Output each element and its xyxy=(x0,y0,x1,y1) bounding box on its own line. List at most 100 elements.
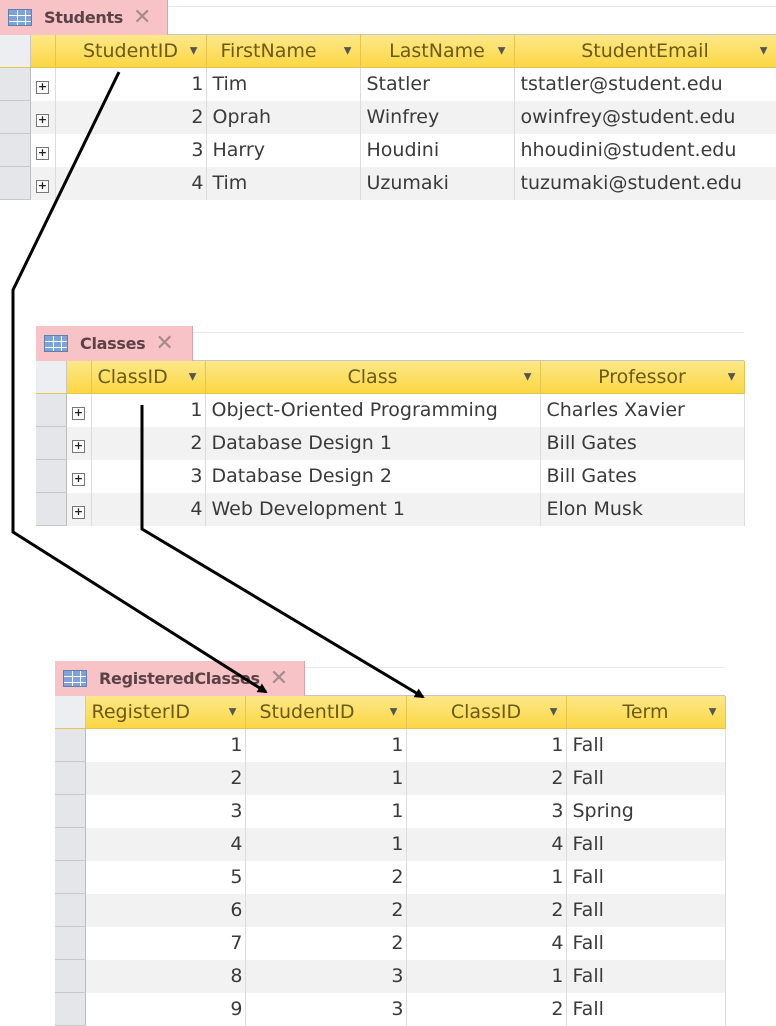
cell-registerid[interactable]: 8 xyxy=(85,959,246,993)
table-row[interactable]: + 4 Tim Uzumaki tuzumaki@student.edu xyxy=(0,166,776,200)
cell-term[interactable]: Fall xyxy=(566,926,726,960)
cell-professor[interactable]: Bill Gates xyxy=(540,459,745,493)
cell-studentemail[interactable]: tstatler@student.edu xyxy=(514,67,776,101)
dropdown-arrow-icon[interactable]: ▼ xyxy=(344,46,352,57)
row-selector[interactable] xyxy=(55,728,86,762)
row-selector[interactable] xyxy=(0,166,31,200)
cell-class[interactable]: Database Design 2 xyxy=(205,459,541,493)
cell-studentid[interactable]: 1 xyxy=(245,761,407,795)
cell-studentid[interactable]: 1 xyxy=(245,728,407,762)
cell-studentid[interactable]: 3 xyxy=(245,959,407,993)
dropdown-arrow-icon[interactable]: ▼ xyxy=(189,372,197,383)
cell-classid[interactable]: 1 xyxy=(406,728,567,762)
dropdown-arrow-icon[interactable]: ▼ xyxy=(728,372,736,383)
cell-term[interactable]: Fall xyxy=(566,959,726,993)
expand-plus-icon[interactable]: + xyxy=(36,147,49,160)
dropdown-arrow-icon[interactable]: ▼ xyxy=(190,46,198,57)
cell-classid[interactable]: 4 xyxy=(406,827,567,861)
tab-classes[interactable]: Classes ✕ xyxy=(36,326,193,361)
cell-registerid[interactable]: 6 xyxy=(85,893,246,927)
table-row[interactable]: 9 3 2 Fall xyxy=(55,992,726,1026)
cell-studentid[interactable]: 2 xyxy=(245,893,407,927)
cell-classid[interactable]: 2 xyxy=(406,992,567,1026)
cell-registerid[interactable]: 5 xyxy=(85,860,246,894)
cell-professor[interactable]: Charles Xavier xyxy=(540,393,745,427)
cell-firstname[interactable]: Harry xyxy=(206,133,361,167)
cell-registerid[interactable]: 9 xyxy=(85,992,246,1026)
table-row[interactable]: + 2 Oprah Winfrey owinfrey@student.edu xyxy=(0,100,776,134)
row-selector[interactable] xyxy=(55,926,86,960)
row-selector[interactable] xyxy=(55,761,86,795)
row-selector[interactable] xyxy=(55,893,86,927)
row-selector[interactable] xyxy=(36,492,67,526)
cell-term[interactable]: Fall xyxy=(566,992,726,1026)
cell-classid[interactable]: 1 xyxy=(406,860,567,894)
table-row[interactable]: 1 1 1 Fall xyxy=(55,728,726,762)
dropdown-arrow-icon[interactable]: ▼ xyxy=(390,707,398,718)
cell-firstname[interactable]: Oprah xyxy=(206,100,361,134)
cell-studentid[interactable]: 2 xyxy=(245,860,407,894)
column-header-term[interactable]: Term ▼ xyxy=(566,696,726,729)
cell-term[interactable]: Fall xyxy=(566,860,726,894)
cell-firstname[interactable]: Tim xyxy=(206,166,361,200)
row-selector[interactable] xyxy=(55,860,86,894)
row-selector[interactable] xyxy=(0,67,31,101)
cell-professor[interactable]: Elon Musk xyxy=(540,492,745,526)
cell-classid[interactable]: 1 xyxy=(91,393,206,427)
table-row[interactable]: 2 1 2 Fall xyxy=(55,761,726,795)
expand-plus-icon[interactable]: + xyxy=(36,81,49,95)
cell-term[interactable]: Fall xyxy=(566,827,726,861)
row-selector[interactable] xyxy=(36,426,67,460)
select-all-corner[interactable] xyxy=(0,35,31,68)
column-header-studentemail[interactable]: StudentEmail ▼ xyxy=(514,35,776,68)
column-header-professor[interactable]: Professor ▼ xyxy=(540,361,745,394)
cell-professor[interactable]: Bill Gates xyxy=(540,426,745,460)
tab-students[interactable]: Students ✕ xyxy=(0,0,168,35)
dropdown-arrow-icon[interactable]: ▼ xyxy=(550,707,558,718)
cell-studentid[interactable]: 3 xyxy=(55,133,207,167)
cell-studentid[interactable]: 3 xyxy=(245,992,407,1026)
expand-plus-icon[interactable]: + xyxy=(72,473,85,486)
table-row[interactable]: + 2 Database Design 1 Bill Gates xyxy=(36,426,745,460)
row-selector[interactable] xyxy=(55,827,86,861)
close-icon[interactable]: ✕ xyxy=(155,332,173,355)
row-selector[interactable] xyxy=(55,959,86,993)
cell-lastname[interactable]: Uzumaki xyxy=(360,166,515,200)
dropdown-arrow-icon[interactable]: ▼ xyxy=(524,372,532,383)
cell-term[interactable]: Fall xyxy=(566,893,726,927)
column-header-studentid[interactable]: StudentID ▼ xyxy=(55,35,207,68)
cell-studentid[interactable]: 4 xyxy=(55,166,207,200)
close-icon[interactable]: ✕ xyxy=(133,6,151,29)
expand-plus-icon[interactable]: + xyxy=(72,506,85,519)
cell-registerid[interactable]: 4 xyxy=(85,827,246,861)
table-row[interactable]: 6 2 2 Fall xyxy=(55,893,726,927)
select-all-corner[interactable] xyxy=(36,361,67,394)
cell-classid[interactable]: 4 xyxy=(91,492,206,526)
table-row[interactable]: + 4 Web Development 1 Elon Musk xyxy=(36,492,745,526)
column-header-lastname[interactable]: LastName ▼ xyxy=(360,35,515,68)
cell-classid[interactable]: 3 xyxy=(91,459,206,493)
table-row[interactable]: 3 1 3 Spring xyxy=(55,794,726,828)
cell-registerid[interactable]: 2 xyxy=(85,761,246,795)
cell-registerid[interactable]: 7 xyxy=(85,926,246,960)
cell-classid[interactable]: 2 xyxy=(91,426,206,460)
expand-plus-icon[interactable]: + xyxy=(36,114,49,127)
cell-studentid[interactable]: 1 xyxy=(245,827,407,861)
cell-term[interactable]: Fall xyxy=(566,761,726,795)
cell-class[interactable]: Database Design 1 xyxy=(205,426,541,460)
close-icon[interactable]: ✕ xyxy=(270,667,288,690)
cell-studentemail[interactable]: tuzumaki@student.edu xyxy=(514,166,776,200)
cell-lastname[interactable]: Winfrey xyxy=(360,100,515,134)
cell-registerid[interactable]: 3 xyxy=(85,794,246,828)
expand-plus-icon[interactable]: + xyxy=(72,407,85,421)
table-row[interactable]: + 3 Harry Houdini hhoudini@student.edu xyxy=(0,133,776,167)
cell-firstname[interactable]: Tim xyxy=(206,67,361,101)
row-selector[interactable] xyxy=(0,133,31,167)
table-row[interactable]: 4 1 4 Fall xyxy=(55,827,726,861)
cell-term[interactable]: Spring xyxy=(566,794,726,828)
row-selector[interactable] xyxy=(0,100,31,134)
cell-lastname[interactable]: Houdini xyxy=(360,133,515,167)
table-row[interactable]: + 3 Database Design 2 Bill Gates xyxy=(36,459,745,493)
cell-studentemail[interactable]: hhoudini@student.edu xyxy=(514,133,776,167)
cell-studentid[interactable]: 1 xyxy=(245,794,407,828)
